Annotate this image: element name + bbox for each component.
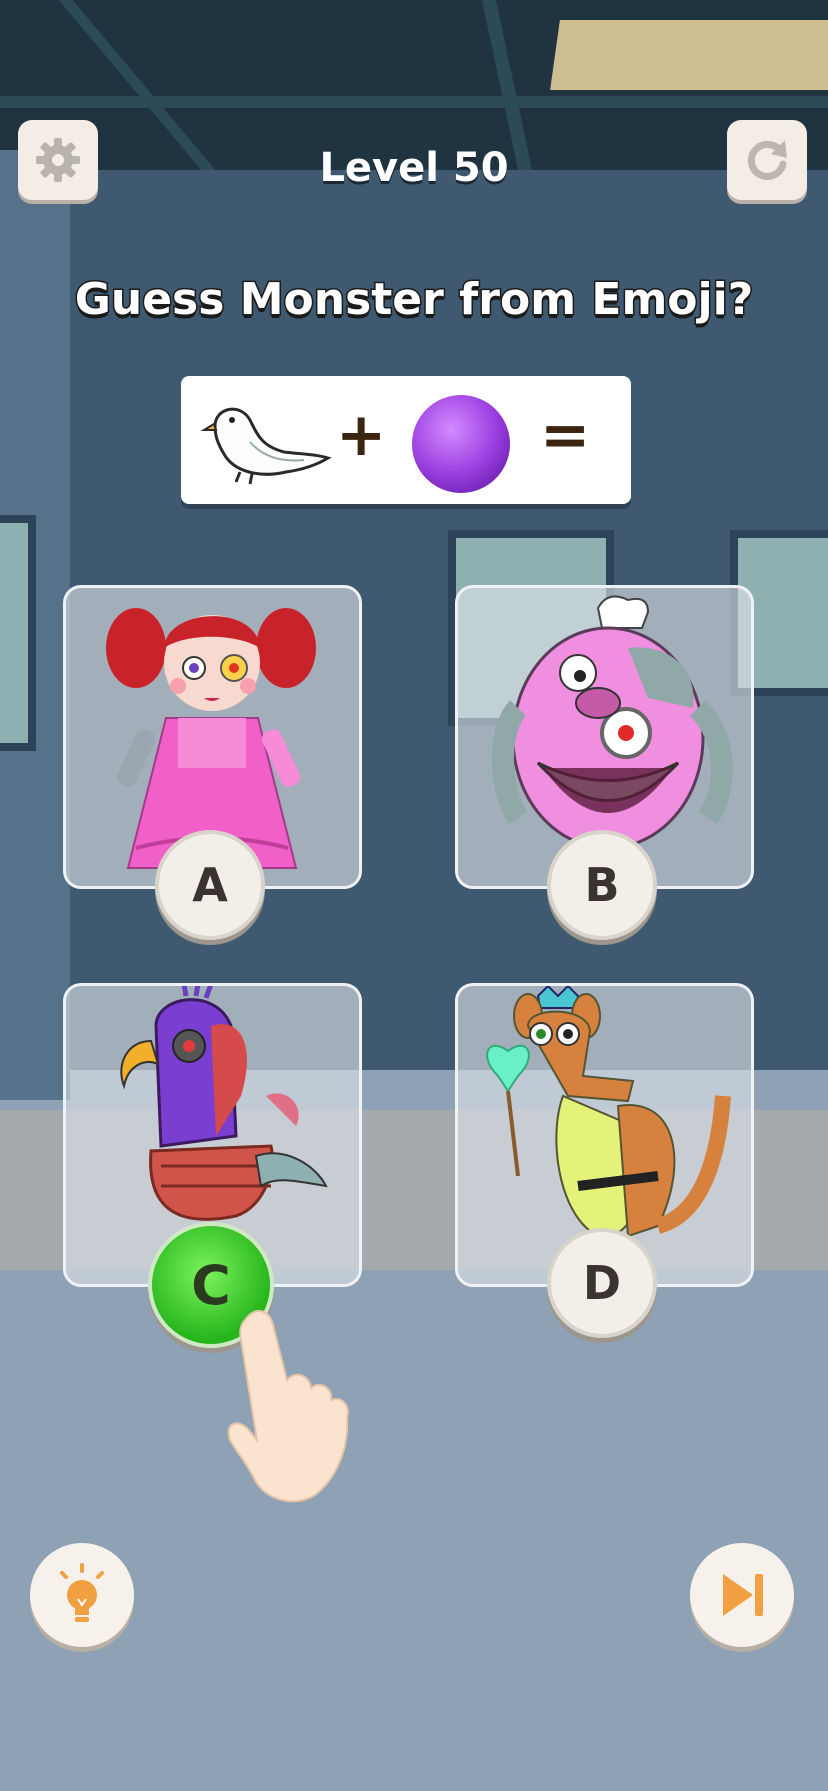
option-letter-d: D — [582, 1256, 622, 1310]
lightbulb-icon — [60, 1563, 104, 1622]
ceiling-beam — [0, 96, 828, 108]
option-button-d[interactable]: D — [547, 1228, 657, 1338]
white-bird-icon — [200, 407, 332, 485]
ceiling-light — [550, 20, 828, 90]
level-title: Level 50 — [319, 145, 509, 191]
option-button-b[interactable]: B — [547, 830, 657, 940]
restart-button[interactable] — [727, 120, 807, 200]
pointing-hand-icon — [227, 1310, 349, 1503]
purple-circle-icon — [412, 395, 510, 493]
background-scene — [0, 0, 828, 1791]
option-button-a[interactable]: A — [155, 830, 265, 940]
skip-icon — [723, 1574, 763, 1616]
equals-sign: = — [540, 400, 591, 470]
skip-button[interactable] — [690, 1543, 794, 1647]
wall-window — [0, 515, 36, 751]
floor — [0, 1270, 828, 1791]
question-title: Guess Monster from Emoji? — [73, 273, 754, 327]
option-letter-b: B — [584, 858, 620, 912]
option-letter-a: A — [192, 858, 228, 912]
restart-icon — [747, 140, 787, 180]
hint-button[interactable] — [30, 1543, 134, 1647]
plus-sign: + — [336, 400, 387, 470]
